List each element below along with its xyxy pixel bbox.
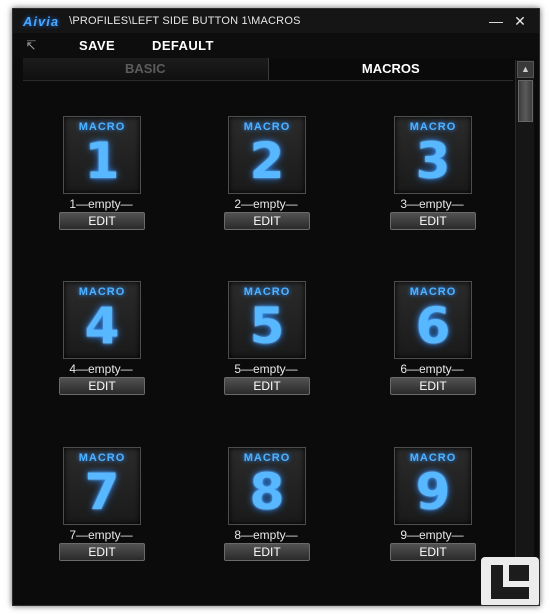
macro-number: 3 (415, 132, 451, 190)
macro-slot-5: MACRO 5 5—empty— EDIT (211, 255, 321, 405)
macro-slot-label: 8—empty— (234, 528, 298, 542)
title-bar[interactable]: Aivia \PROFILES\LEFT SIDE BUTTON 1\MACRO… (13, 9, 539, 33)
macro-slot-label: 9—empty— (400, 528, 464, 542)
macro-tile-5[interactable]: MACRO 5 (228, 281, 306, 359)
macro-number: 2 (249, 132, 285, 190)
macro-slot-label: 1—empty— (69, 197, 133, 211)
edit-button-9[interactable]: EDIT (390, 543, 476, 561)
macro-number: 4 (84, 297, 120, 355)
app-window: Aivia \PROFILES\LEFT SIDE BUTTON 1\MACRO… (12, 8, 540, 606)
back-arrow-icon[interactable]: ↸ (23, 38, 39, 54)
edit-button-8[interactable]: EDIT (224, 543, 310, 561)
default-button[interactable]: DEFAULT (152, 38, 214, 53)
edit-button-2[interactable]: EDIT (224, 212, 310, 230)
macro-number: 7 (84, 463, 120, 521)
macro-tile-2[interactable]: MACRO 2 (228, 116, 306, 194)
tab-macros[interactable]: MACROS (268, 58, 513, 80)
macro-slot-4: MACRO 4 4—empty— EDIT (46, 255, 156, 405)
macro-slot-7: MACRO 7 7—empty— EDIT (46, 421, 156, 571)
macro-number: 5 (249, 297, 285, 355)
macro-slot-label: 5—empty— (234, 362, 298, 376)
edit-button-6[interactable]: EDIT (390, 377, 476, 395)
macro-number: 8 (249, 463, 285, 521)
macro-slot-label: 6—empty— (400, 362, 464, 376)
profile-path: \PROFILES\LEFT SIDE BUTTON 1\MACROS (69, 15, 301, 27)
macro-slot-8: MACRO 8 8—empty— EDIT (211, 421, 321, 571)
aivia-logo: Aivia (23, 13, 60, 29)
tab-basic[interactable]: BASIC (23, 58, 269, 80)
macro-slot-3: MACRO 3 3—empty— EDIT (377, 90, 487, 240)
edit-button-4[interactable]: EDIT (59, 377, 145, 395)
watermark-logo (481, 557, 539, 605)
edit-button-3[interactable]: EDIT (390, 212, 476, 230)
macro-tile-9[interactable]: MACRO 9 (394, 447, 472, 525)
macro-tile-3[interactable]: MACRO 3 (394, 116, 472, 194)
macro-slot-label: 4—empty— (69, 362, 133, 376)
close-button[interactable]: ✕ (511, 12, 529, 30)
macro-slot-label: 2—empty— (234, 197, 298, 211)
macro-tile-8[interactable]: MACRO 8 (228, 447, 306, 525)
edit-button-7[interactable]: EDIT (59, 543, 145, 561)
save-button[interactable]: SAVE (79, 38, 115, 53)
macro-slot-2: MACRO 2 2—empty— EDIT (211, 90, 321, 240)
macro-slot-label: 7—empty— (69, 528, 133, 542)
macro-tile-7[interactable]: MACRO 7 (63, 447, 141, 525)
macro-tile-4[interactable]: MACRO 4 (63, 281, 141, 359)
macro-number: 6 (415, 297, 451, 355)
macro-slot-1: MACRO 1 1—empty— EDIT (46, 90, 156, 240)
macro-slot-6: MACRO 6 6—empty— EDIT (377, 255, 487, 405)
scroll-up-arrow-icon[interactable]: ▲ (517, 61, 534, 78)
minimize-button[interactable]: — (487, 12, 505, 30)
macro-tile-1[interactable]: MACRO 1 (63, 116, 141, 194)
scroll-thumb[interactable] (518, 80, 533, 122)
macro-grid: MACRO 1 1—empty— EDIT MACRO 2 2—empty— E… (13, 80, 513, 605)
macro-number: 1 (84, 132, 120, 190)
tab-bar: BASIC MACROS (23, 58, 513, 81)
menu-bar: ↸ SAVE DEFAULT (13, 33, 539, 58)
macro-number: 9 (415, 463, 451, 521)
macro-slot-label: 3—empty— (400, 197, 464, 211)
vertical-scrollbar[interactable]: ▲ (515, 60, 534, 602)
macro-slot-9: MACRO 9 9—empty— EDIT (377, 421, 487, 571)
macro-tile-6[interactable]: MACRO 6 (394, 281, 472, 359)
edit-button-5[interactable]: EDIT (224, 377, 310, 395)
edit-button-1[interactable]: EDIT (59, 212, 145, 230)
